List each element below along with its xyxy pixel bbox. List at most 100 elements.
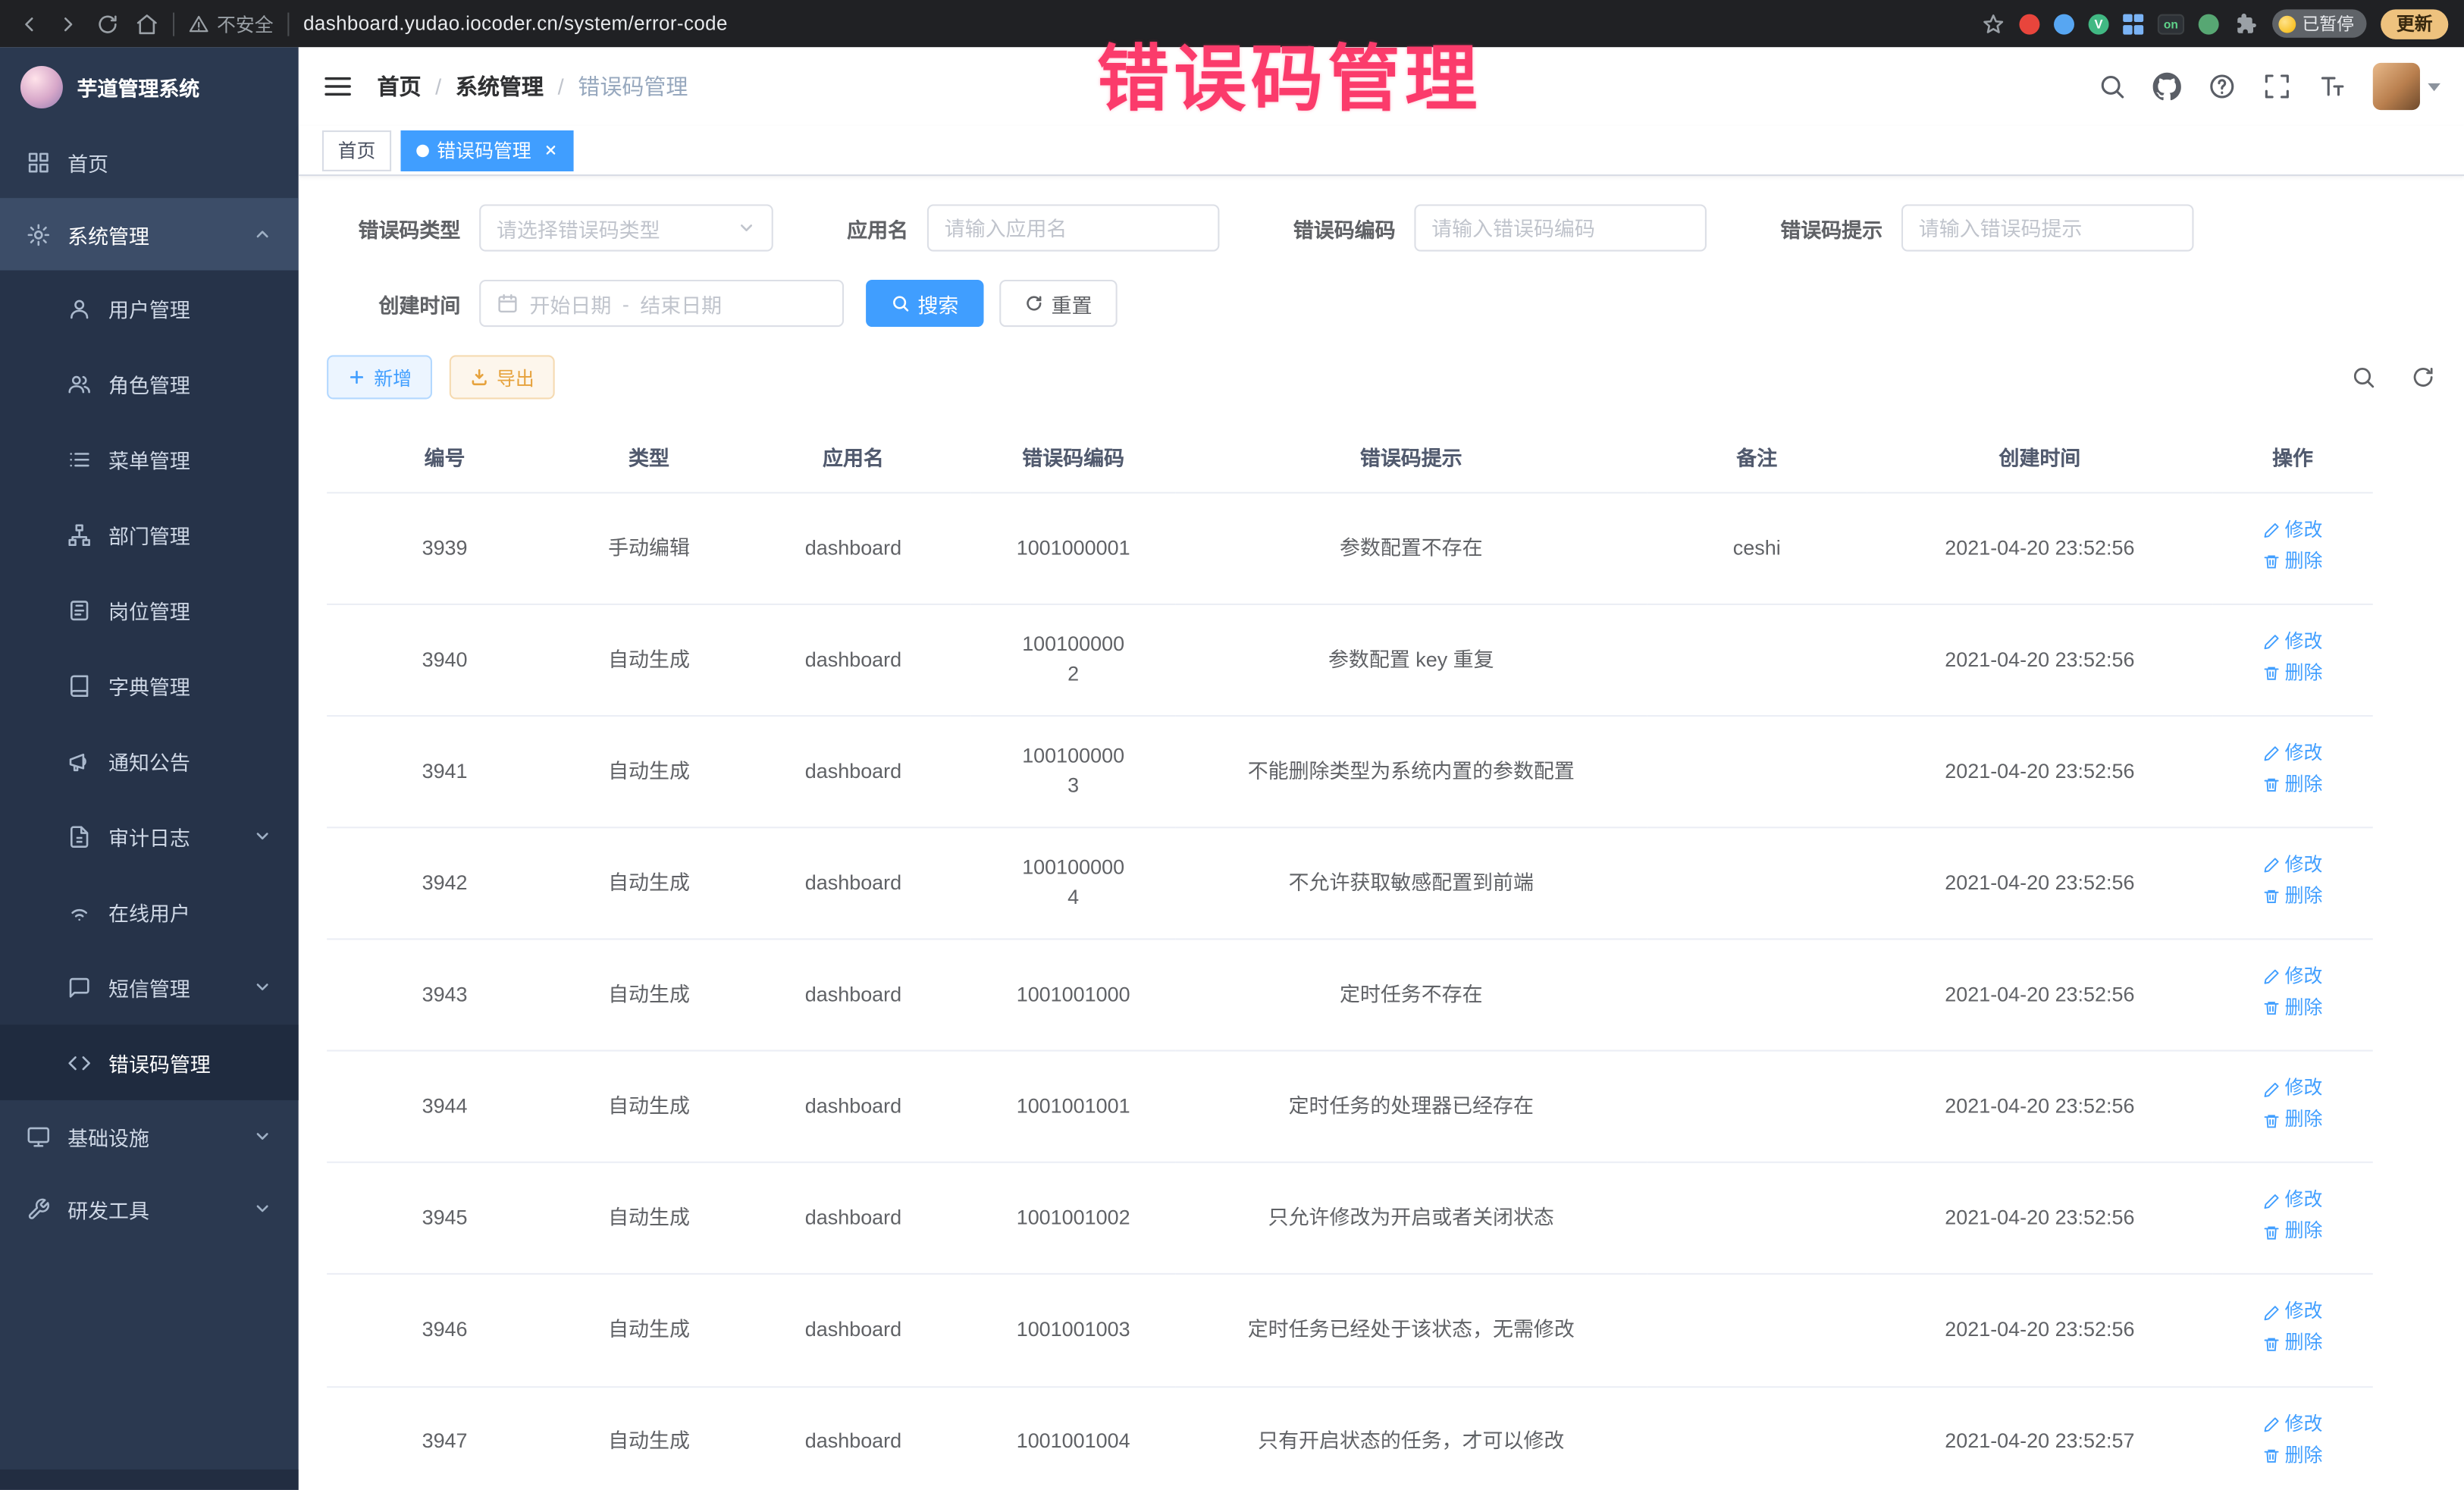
sidebar-item-infra[interactable]: 基础设施: [0, 1100, 299, 1172]
app-name-input[interactable]: [927, 204, 1220, 251]
edit-link[interactable]: 修改: [2263, 1410, 2323, 1438]
vue-devtools-icon[interactable]: V: [2089, 14, 2109, 34]
cell-ops: 修改删除: [2212, 828, 2372, 939]
update-button[interactable]: 更新: [2381, 8, 2448, 38]
reload-icon[interactable]: [94, 11, 119, 36]
sidebar-subitem[interactable]: 岗位管理: [0, 572, 299, 647]
github-icon[interactable]: [2153, 72, 2181, 100]
table-header-row: 编号 类型 应用名 错误码编码 错误码提示 备注 创建时间 操作: [327, 421, 2373, 492]
sidebar-subitem[interactable]: 部门管理: [0, 497, 299, 572]
edit-link[interactable]: 修改: [2263, 517, 2323, 544]
delete-link[interactable]: 删除: [2263, 1442, 2323, 1470]
sidebar-item-home[interactable]: 首页: [0, 126, 299, 198]
extension-blue-icon[interactable]: [2054, 14, 2074, 34]
chevron-up-icon: [253, 224, 272, 243]
delete-link[interactable]: 删除: [2263, 883, 2323, 911]
breadcrumb-current: 错误码管理: [578, 71, 688, 102]
extension-red-icon[interactable]: [2019, 14, 2039, 34]
create-time-label: 创建时间: [327, 288, 460, 318]
edit-link[interactable]: 修改: [2263, 629, 2323, 656]
home-icon[interactable]: [133, 11, 158, 36]
app-title: 芋道管理系统: [77, 71, 200, 101]
hamburger-icon[interactable]: [322, 71, 353, 102]
delete-link[interactable]: 删除: [2263, 1219, 2323, 1246]
breadcrumb-system[interactable]: 系统管理: [456, 71, 544, 102]
sidebar-subitem[interactable]: 用户管理: [0, 271, 299, 346]
export-button[interactable]: 导出: [450, 355, 555, 399]
edit-link[interactable]: 修改: [2263, 852, 2323, 880]
back-icon[interactable]: [16, 11, 41, 36]
cell-memo: [1647, 1051, 1867, 1162]
delete-link[interactable]: 删除: [2263, 548, 2323, 576]
tab-error-code[interactable]: 错误码管理: [401, 130, 574, 171]
message-icon: [67, 975, 91, 999]
paused-badge[interactable]: 已暂停: [2272, 9, 2366, 37]
book-icon: [67, 673, 91, 697]
table-row: 3944 自动生成 dashboard 1001001001 定时任务的处理器已…: [327, 1051, 2373, 1162]
search-button[interactable]: 搜索: [866, 280, 983, 327]
fullscreen-icon[interactable]: [2263, 72, 2291, 100]
search-icon[interactable]: [2098, 72, 2126, 100]
browser-actions: V on 已暂停 更新: [1980, 8, 2449, 38]
header-memo: 备注: [1647, 421, 1867, 492]
top-navbar: 首页 / 系统管理 / 错误码管理: [299, 47, 2464, 126]
sidebar-subitem[interactable]: 审计日志: [0, 798, 299, 874]
sidebar-subitem[interactable]: 错误码管理: [0, 1024, 299, 1099]
sidebar-subitem[interactable]: 通知公告: [0, 723, 299, 798]
extension-green-icon[interactable]: [2199, 14, 2219, 34]
cell-time: 2021-04-20 23:52:57: [1867, 1386, 2212, 1490]
date-range-picker[interactable]: 开始日期 - 结束日期: [479, 280, 844, 327]
navbar-actions: [2098, 63, 2440, 110]
sidebar-item-system[interactable]: 系统管理: [0, 198, 299, 270]
sidebar-subitem[interactable]: 字典管理: [0, 648, 299, 723]
edit-link[interactable]: 修改: [2263, 1187, 2323, 1215]
delete-link[interactable]: 删除: [2263, 1107, 2323, 1134]
edit-link[interactable]: 修改: [2263, 964, 2323, 991]
sidebar-subitem[interactable]: 菜单管理: [0, 421, 299, 496]
cell-id: 3941: [327, 716, 563, 827]
edit-link[interactable]: 修改: [2263, 1075, 2323, 1103]
delete-link[interactable]: 删除: [2263, 1330, 2323, 1357]
delete-link[interactable]: 删除: [2263, 996, 2323, 1023]
security-indicator[interactable]: 不安全: [189, 10, 274, 36]
font-size-icon[interactable]: [2318, 72, 2346, 100]
cell-id: 3946: [327, 1275, 563, 1386]
sidebar-item-devtools[interactable]: 研发工具: [0, 1172, 299, 1244]
chevron-down-icon: [737, 218, 756, 237]
bookmark-star-icon[interactable]: [1980, 11, 2005, 36]
sidebar-subitem[interactable]: 在线用户: [0, 874, 299, 949]
url-bar[interactable]: dashboard.yudao.iocoder.cn/system/error-…: [303, 13, 1966, 35]
extension-grid-icon[interactable]: [2123, 14, 2143, 34]
edit-link[interactable]: 修改: [2263, 741, 2323, 768]
breadcrumb-home[interactable]: 首页: [377, 71, 421, 102]
cell-type: 自动生成: [563, 1163, 735, 1275]
table-row: 3941 自动生成 dashboard 100100000 3 不能删除类型为系…: [327, 716, 2373, 827]
toggle-search-icon[interactable]: [2351, 365, 2376, 390]
cell-app: dashboard: [735, 716, 971, 827]
error-type-select[interactable]: 请选择错误码类型: [479, 204, 773, 251]
tab-home[interactable]: 首页: [322, 130, 391, 171]
user-menu[interactable]: [2373, 63, 2440, 110]
extensions-puzzle-icon[interactable]: [2233, 11, 2258, 36]
edit-link[interactable]: 修改: [2263, 1299, 2323, 1326]
sidebar-subitem[interactable]: 角色管理: [0, 346, 299, 421]
close-icon[interactable]: [542, 143, 558, 158]
delete-link[interactable]: 删除: [2263, 772, 2323, 799]
reset-button[interactable]: 重置: [999, 280, 1117, 327]
cell-id: 3945: [327, 1163, 563, 1275]
cell-app: dashboard: [735, 1163, 971, 1275]
delete-link[interactable]: 删除: [2263, 660, 2323, 688]
megaphone-icon: [67, 749, 91, 773]
forward-icon[interactable]: [55, 11, 80, 36]
chevron-down-icon: [253, 1199, 272, 1218]
error-hint-input[interactable]: [1901, 204, 2194, 251]
cell-ops: 修改删除: [2212, 939, 2372, 1051]
refresh-icon[interactable]: [2411, 365, 2436, 390]
cell-id: 3943: [327, 939, 563, 1051]
add-button[interactable]: 新增: [327, 355, 432, 399]
error-code-input[interactable]: [1414, 204, 1707, 251]
proxy-on-icon[interactable]: on: [2158, 14, 2184, 34]
help-icon[interactable]: [2208, 72, 2236, 100]
cell-ops: 修改删除: [2212, 1163, 2372, 1275]
sidebar-subitem[interactable]: 短信管理: [0, 949, 299, 1024]
